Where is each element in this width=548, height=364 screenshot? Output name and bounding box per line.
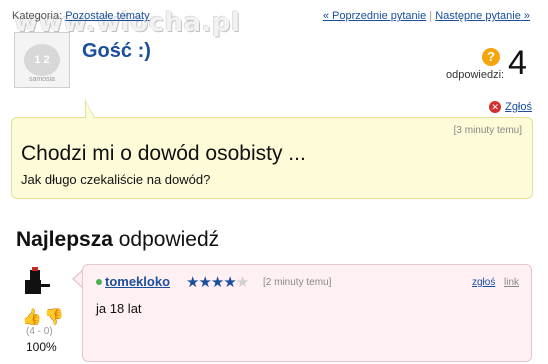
star-filled-icon: ★ — [198, 274, 211, 291]
close-icon: ✕ — [489, 101, 502, 113]
star-filled-icon: ★ — [223, 274, 236, 291]
user-rating-stars: ★★★★★ — [186, 273, 249, 291]
nav-separator: | — [429, 10, 433, 22]
thumbs-up-icon[interactable]: 👍 — [22, 307, 42, 327]
report-link[interactable]: Zgłoś — [505, 101, 532, 113]
best-answer-heading-bold: Najlepsza — [16, 228, 113, 251]
question-navigation: « Poprzednie pytanie | Następne pytanie … — [323, 10, 530, 22]
answer-permalink: link — [504, 277, 519, 288]
answer-username[interactable]: tomekloko — [105, 274, 170, 289]
answers-count-label: odpowiedzi: — [446, 69, 505, 81]
category-breadcrumb: Kategoria: Pozostałe tematy — [12, 10, 150, 22]
best-answer-heading-rest: odpowiedź — [118, 228, 220, 251]
question-body: Jak długo czekaliście na dowód? — [21, 172, 211, 187]
best-answer-heading: Najlepsza odpowiedź — [16, 228, 219, 252]
answer-box: tomekloko ★★★★★ [2 minuty temu] zgłoś li… — [82, 264, 532, 362]
question-timestamp: [3 minuty temu] — [453, 125, 522, 136]
star-filled-icon: ★ — [210, 274, 224, 291]
asker-name[interactable]: Gość :) — [82, 40, 151, 63]
thumbs-down-icon[interactable]: 👎 — [44, 307, 64, 327]
answer-bubble-tail-fill — [74, 272, 82, 286]
question-box: [3 minuty temu] Chodzi mi o dowód osobis… — [11, 117, 533, 199]
question-bubble-tail-fill — [86, 102, 94, 118]
speech-bubble-icon: 1 2 — [24, 44, 60, 76]
answer-link[interactable]: link — [504, 277, 519, 288]
vote-counts: (4 - 0) — [26, 326, 53, 337]
avatar-brand: samosia — [28, 76, 56, 83]
answer-body: ja 18 lat — [96, 301, 142, 316]
vote-percent: 100% — [26, 340, 57, 354]
star-filled-icon: ★ — [186, 274, 199, 291]
next-question-link[interactable]: Następne pytanie » — [435, 10, 530, 22]
asker-avatar[interactable]: 1 2 samosia — [14, 32, 70, 88]
online-status-dot — [96, 279, 102, 285]
answerer-avatar[interactable] — [22, 266, 52, 296]
category-link[interactable]: Pozostałe tematy — [65, 10, 149, 22]
report-question[interactable]: ✕ Zgłoś — [489, 101, 532, 113]
answers-count: 4 — [508, 44, 527, 82]
category-prefix: Kategoria: — [12, 10, 63, 22]
question-mark-icon: ? — [482, 48, 500, 66]
previous-question-link[interactable]: « Poprzednie pytanie — [323, 10, 426, 22]
answer-timestamp: [2 minuty temu] — [263, 277, 332, 288]
answer-report-link[interactable]: zgłoś — [472, 277, 495, 288]
star-empty-icon: ★ — [235, 274, 249, 291]
question-title: Chodzi mi o dowód osobisty ... — [21, 142, 306, 165]
